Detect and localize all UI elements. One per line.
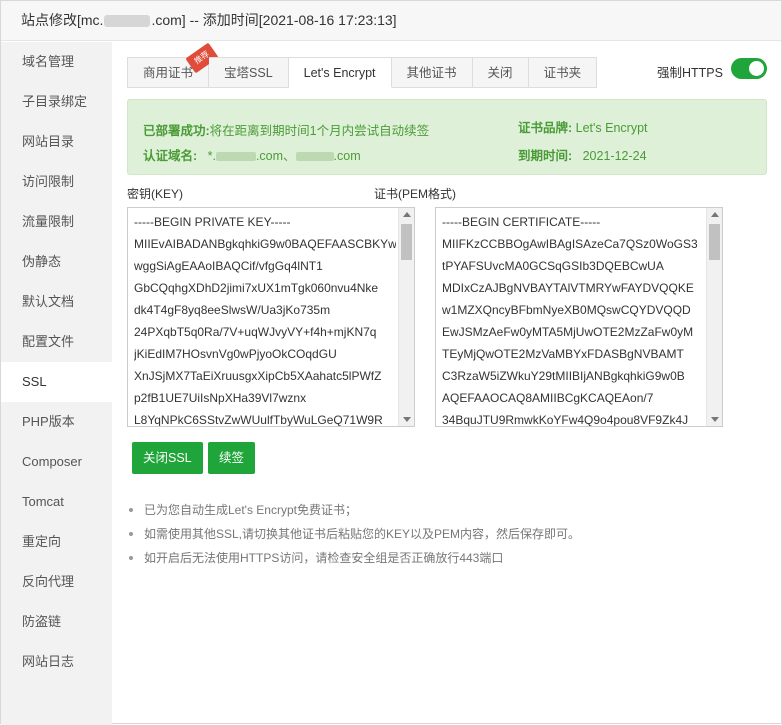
key-line: 24PXqbT5q0Ra/7V+uqWJvyVY+f4h+mjKN7q xyxy=(134,325,377,339)
tips-list: 已为您自动生成Let's Encrypt免费证书； 如需使用其他SSL,请切换其… xyxy=(127,502,580,574)
tab-close[interactable]: 关闭 xyxy=(472,57,529,88)
tab-baota-ssl[interactable]: 宝塔SSL xyxy=(209,57,289,88)
force-https-toggle[interactable] xyxy=(731,58,767,79)
cert-line: C3RzaW5iZWkuY29tMIIBIjANBgkqhkiG9w0B xyxy=(442,369,685,383)
key-label: 密钥(KEY) xyxy=(127,187,184,201)
cert-label: 证书(PEM格式) xyxy=(374,187,456,201)
sidebar-item-redirect[interactable]: 重定向 xyxy=(1,522,112,562)
tab-commercial-cert[interactable]: 商用证书 推荐 xyxy=(127,42,219,88)
tab-other-cert[interactable]: 其他证书 xyxy=(391,57,473,88)
sidebar-item-rewrite[interactable]: 伪静态 xyxy=(1,242,112,282)
domain-key: 认证域名: xyxy=(143,149,198,163)
domain-row: 认证域名: *. .com、 .com xyxy=(143,145,361,164)
sidebar-item-default-doc[interactable]: 默认文档 xyxy=(1,282,112,322)
cert-line: TEyMjQwOTE2MzVaMBYxFDASBgNVBAMT xyxy=(442,347,684,361)
cert-line: MDIxCzAJBgNVBAYTAlVTMRYwFAYDVQQKE xyxy=(442,281,694,295)
cert-line: EwJSMzAeFw0yMTA5MjUwOTE2MzZaFw0yM xyxy=(442,325,694,339)
scroll-down-arrow-icon[interactable] xyxy=(403,417,411,422)
ssl-tabs: 商用证书 推荐 宝塔SSL Let's Encrypt 其他证书 关闭 证书夹 xyxy=(127,42,598,88)
cert-line: 34BquJTU9RmwkKoYFw4Q9o4pou8VF9Zk4J xyxy=(442,413,689,427)
key-line: jKiEdIM7HOsvnVg0wPjyoOkCOqdGU xyxy=(134,347,337,361)
deploy-status-value: 将在距离到期时间1个月内尝试自动续签 xyxy=(209,124,430,138)
sidebar-item-composer[interactable]: Composer xyxy=(1,442,112,482)
brand-value: Let's Encrypt xyxy=(575,121,648,135)
tip-item: 如开启后无法使用HTTPS访问，请检查安全组是否正确放行443端口 xyxy=(127,550,580,574)
domain-value-2: .com、 xyxy=(255,149,296,163)
force-https-label: 强制HTTPS xyxy=(657,66,723,80)
sidebar-item-hotlink[interactable]: 防盗链 xyxy=(1,602,112,642)
sidebar-item-access-limit[interactable]: 访问限制 xyxy=(1,162,112,202)
sidebar-item-tomcat[interactable]: Tomcat xyxy=(1,482,112,522)
certificate-textarea[interactable]: -----BEGIN CERTIFICATE----- MIIFKzCCBBOg… xyxy=(435,207,723,427)
cert-line: MIIFKzCCBBOgAwIBAgISAzeCa7QSz0WoGS3 xyxy=(442,237,698,251)
sidebar-item-traffic-limit[interactable]: 流量限制 xyxy=(1,202,112,242)
window-titlebar: 站点修改[mc. .com] -- 添加时间[2021-08-16 17:23:1… xyxy=(1,1,781,41)
key-line: dk4T4gF8yq8eeSlwsW/Ua3jKo735m xyxy=(134,303,331,317)
sidebar: 域名管理 子目录绑定 网站目录 访问限制 流量限制 伪静态 默认文档 配置文件 … xyxy=(1,42,112,725)
tab-label: 商用证书 xyxy=(143,66,194,80)
sidebar-item-reverse-proxy[interactable]: 反向代理 xyxy=(1,562,112,602)
sidebar-item-php[interactable]: PHP版本 xyxy=(1,402,112,442)
toggle-knob xyxy=(749,61,764,76)
scroll-thumb[interactable] xyxy=(709,224,720,260)
key-line: XnJSjMX7TaEiXruusgxXipCb5XAahatc5lPWfZ xyxy=(134,369,382,383)
window-title-prefix: 站点修改[mc. xyxy=(21,12,104,28)
redacted-domain xyxy=(295,152,334,162)
key-text: -----BEGIN PRIVATE KEY----- MIIEvAIBADAN… xyxy=(128,208,414,427)
sidebar-item-site-log[interactable]: 网站日志 xyxy=(1,642,112,682)
key-line: wggSiAgEAAoIBAQCif/vfgGq4lNT1 xyxy=(134,259,323,273)
redacted-domain xyxy=(104,15,151,28)
deploy-status-row: 已部署成功:将在距离到期时间1个月内尝试自动续签 xyxy=(143,120,429,139)
tip-item: 如需使用其他SSL,请切换其他证书后粘贴您的KEY以及PEM内容，然后保存即可。 xyxy=(127,526,580,550)
ssl-panel: 商用证书 推荐 宝塔SSL Let's Encrypt 其他证书 关闭 证书夹 … xyxy=(112,42,782,725)
cert-text: -----BEGIN CERTIFICATE----- MIIFKzCCBBOg… xyxy=(436,208,722,427)
key-line: L8YqNPkC6SStvZwWUulfTbyWuLGeQ71W9R xyxy=(134,413,383,427)
key-scrollbar[interactable] xyxy=(398,208,414,426)
deploy-status-key: 已部署成功: xyxy=(143,124,210,138)
close-ssl-button[interactable]: 关闭SSL xyxy=(132,442,203,474)
key-line: MIIEvAIBADANBgkqhkiG9w0BAQEFAASCBKYwggSi… xyxy=(134,237,396,251)
cert-line: -----BEGIN CERTIFICATE----- xyxy=(442,215,601,229)
sidebar-item-domain[interactable]: 域名管理 xyxy=(1,42,112,82)
scroll-thumb[interactable] xyxy=(401,224,412,260)
cert-scrollbar[interactable] xyxy=(706,208,722,426)
window-title-suffix: .com] -- 添加时间[2021-08-16 17:23:13] xyxy=(151,12,397,28)
deploy-status-box: 已部署成功:将在距离到期时间1个月内尝试自动续签 证书品牌: Let's Enc… xyxy=(127,99,767,175)
site-edit-window: 站点修改[mc. .com] -- 添加时间[2021-08-16 17:23:1… xyxy=(0,0,782,725)
brand-row: 证书品牌: Let's Encrypt xyxy=(518,117,648,136)
sidebar-item-site-dir[interactable]: 网站目录 xyxy=(1,122,112,162)
expire-row: 到期时间: 2021-12-24 xyxy=(518,145,647,164)
expire-key: 到期时间: xyxy=(518,149,573,163)
cert-line: AQEFAAOCAQ8AMIIBCgKCAQEAon/7 xyxy=(442,391,654,405)
domain-value-3: .com xyxy=(333,149,361,163)
sidebar-item-ssl[interactable]: SSL xyxy=(1,362,112,402)
tab-cert-folder[interactable]: 证书夹 xyxy=(528,57,598,88)
key-line: p2fB1UE7UiIsNpXHa39Vl7wznx xyxy=(134,391,307,405)
renew-button[interactable]: 续签 xyxy=(208,442,256,474)
cert-line: w1MZXQncyBFbmNyeXB0MQswCQYDVQQD xyxy=(442,303,691,317)
key-line: GbCQqhgXDhD2jimi7xUX1mTgk060nvu4Nke xyxy=(134,281,379,295)
expire-value: 2021-12-24 xyxy=(582,149,647,163)
sidebar-item-config[interactable]: 配置文件 xyxy=(1,322,112,362)
key-line: -----BEGIN PRIVATE KEY----- xyxy=(134,215,291,229)
private-key-textarea[interactable]: -----BEGIN PRIVATE KEY----- MIIEvAIBADAN… xyxy=(127,207,415,427)
domain-value-1: *. xyxy=(207,149,216,163)
sidebar-item-subdir[interactable]: 子目录绑定 xyxy=(1,82,112,122)
redacted-domain xyxy=(215,152,256,162)
scroll-down-arrow-icon[interactable] xyxy=(711,417,719,422)
cert-line: tPYAFSUvcMA0GCSqGSIb3DQEBCwUA xyxy=(442,259,664,273)
brand-key: 证书品牌: xyxy=(518,121,573,135)
scroll-up-arrow-icon[interactable] xyxy=(711,212,719,217)
tab-lets-encrypt[interactable]: Let's Encrypt xyxy=(288,57,392,88)
tip-item: 已为您自动生成Let's Encrypt免费证书； xyxy=(127,502,580,526)
scroll-up-arrow-icon[interactable] xyxy=(403,212,411,217)
